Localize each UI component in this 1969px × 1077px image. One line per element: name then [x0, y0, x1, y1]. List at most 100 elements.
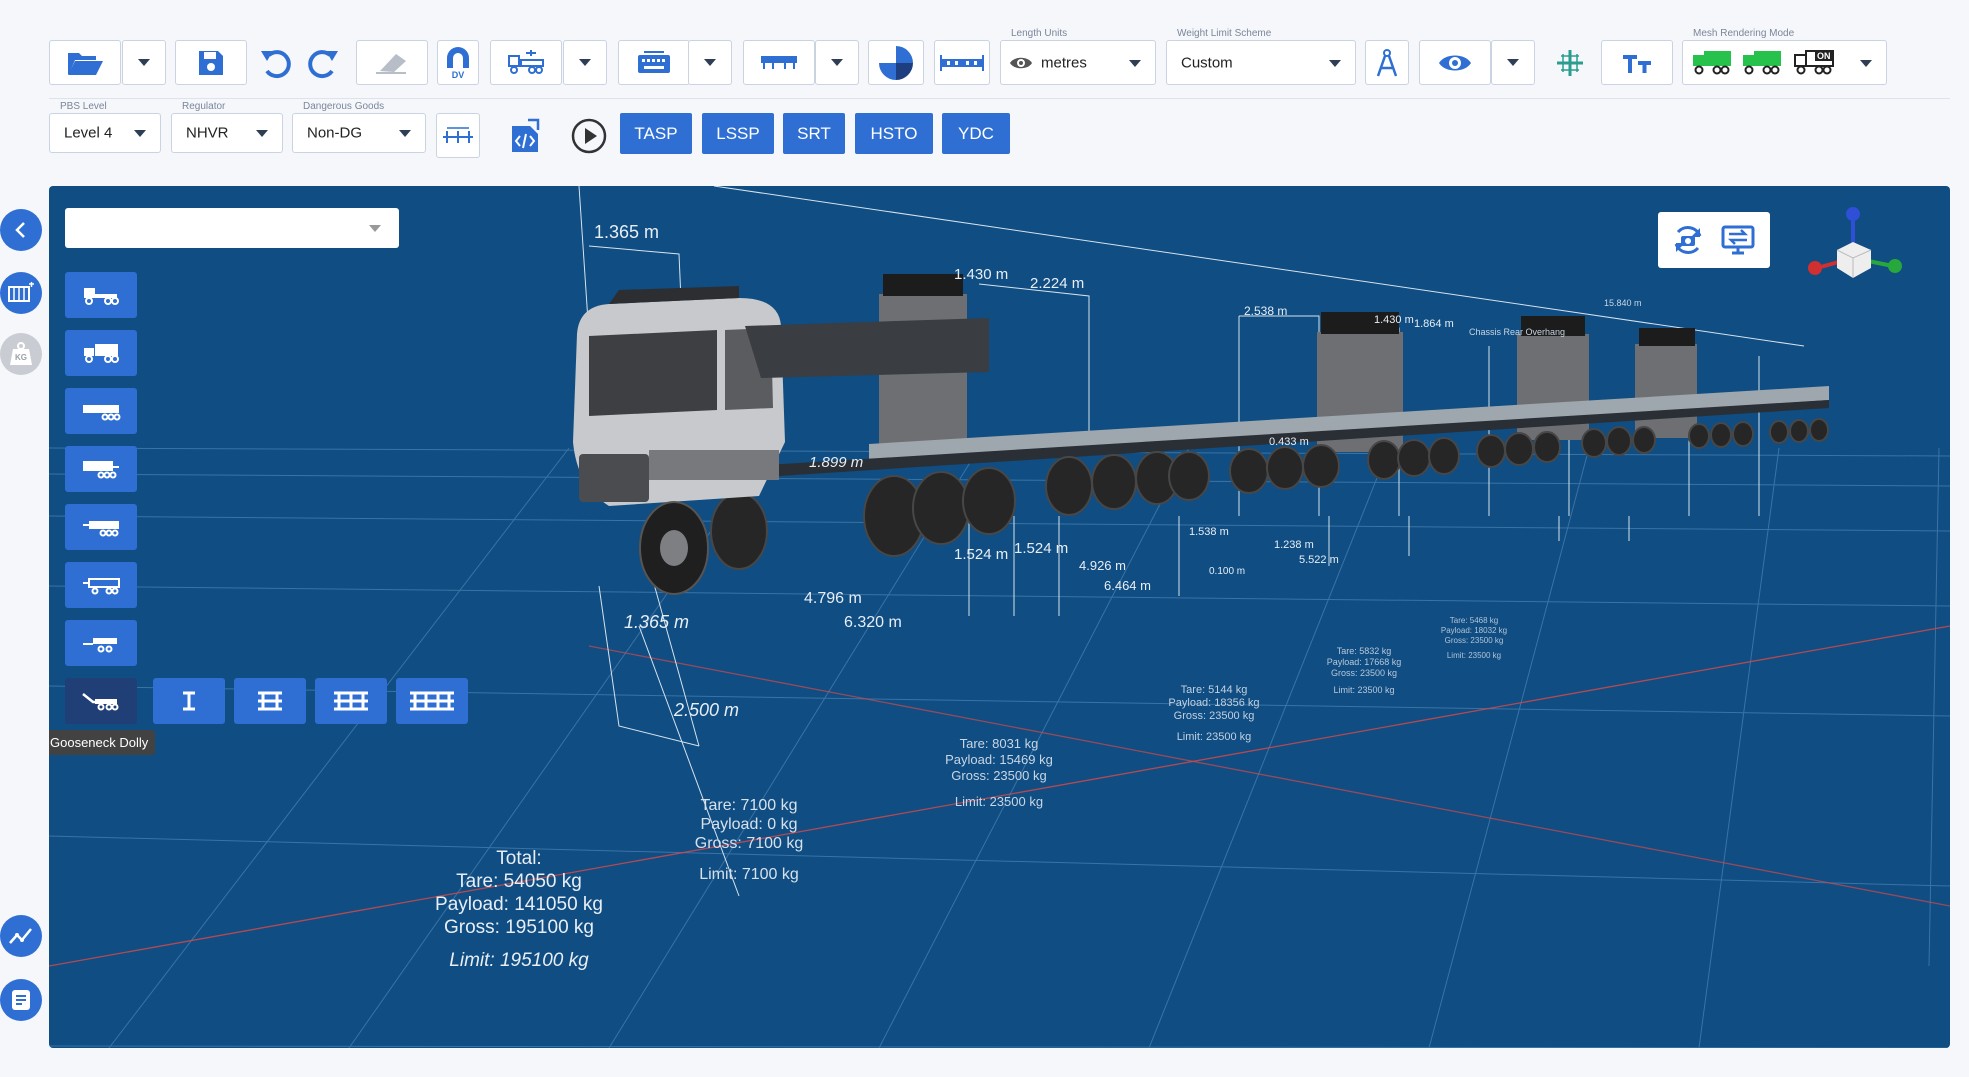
design-vehicle-button[interactable]: DV — [437, 40, 479, 85]
run-simulation-button[interactable] — [567, 113, 611, 158]
test-button-srt[interactable]: SRT — [783, 113, 845, 154]
folder-open-icon — [68, 52, 103, 75]
trailer-deck-dropdown[interactable] — [815, 40, 859, 85]
weight-gross: Gross: 23500 kg — [1444, 636, 1504, 645]
undo-button[interactable] — [256, 40, 296, 85]
chevron-down-icon — [1329, 59, 1341, 67]
weight-payload: Payload: 18032 kg — [1440, 626, 1508, 635]
open-file-button[interactable] — [49, 40, 121, 85]
test-button-lssp[interactable]: LSSP — [702, 113, 774, 154]
axle-group-tandem-button[interactable] — [234, 678, 306, 724]
trailer-deck-icon — [761, 55, 797, 69]
monitor-swap-icon — [1721, 225, 1755, 255]
axle-layout-icon — [940, 54, 984, 71]
axle-group-quad-button[interactable] — [396, 678, 468, 724]
undo-icon — [261, 49, 291, 78]
add-component-button[interactable] — [0, 272, 42, 314]
rigid-truck-icon — [84, 344, 119, 363]
regulator-select[interactable]: Regulator NHVR — [171, 101, 283, 153]
palette-rigid-truck-button[interactable] — [65, 330, 137, 376]
keyboard-icon — [638, 50, 670, 73]
dimension-label: 2.224 m — [1030, 275, 1085, 292]
keyboard-button[interactable] — [618, 40, 690, 85]
mesh-rendering-select[interactable]: Mesh Rendering Mode ON — [1682, 28, 1887, 85]
3d-viewport[interactable]: Gooseneck Dolly 1.365 m 1.430 m 2.224 m … — [49, 186, 1950, 1048]
pie-chart-icon — [879, 45, 913, 80]
vehicle-config-button[interactable] — [490, 40, 562, 85]
weight-payload: Payload: 0 kg — [700, 816, 798, 833]
trend-chart-icon — [9, 928, 32, 944]
vehicle-config-dropdown[interactable] — [563, 40, 607, 85]
trailer-deck-button[interactable] — [743, 40, 815, 85]
report-button[interactable] — [0, 979, 42, 1021]
length-units-value: metres — [1041, 54, 1087, 71]
rotate-camera-button[interactable] — [1668, 220, 1708, 260]
weight-gross: Gross: 23500 kg — [1330, 668, 1398, 678]
text-size-button[interactable] — [1601, 40, 1673, 85]
open-file-dropdown[interactable] — [122, 40, 166, 85]
keyboard-dropdown[interactable] — [688, 40, 732, 85]
visibility-button[interactable] — [1419, 40, 1491, 85]
eraser-button[interactable] — [356, 40, 428, 85]
analytics-button[interactable] — [0, 915, 42, 957]
axle-group-single-button[interactable] — [153, 678, 225, 724]
component-search-select[interactable] — [65, 208, 399, 248]
text-size-icon — [1623, 54, 1651, 73]
dangerous-goods-select[interactable]: Dangerous Goods Non-DG — [292, 101, 426, 153]
weight-gross: Gross: 7100 kg — [694, 835, 804, 852]
weight-limit: Limit: 23500 kg — [1176, 731, 1252, 743]
redo-button[interactable] — [303, 40, 343, 85]
axle-group-tri-button[interactable] — [315, 678, 387, 724]
regulator-value: NHVR — [186, 124, 229, 142]
palette-prime-mover-button[interactable] — [65, 272, 137, 318]
length-units-select[interactable]: Length Units metres — [1000, 28, 1156, 85]
regulator-label: Regulator — [180, 101, 228, 112]
palette-semi-trailer-button[interactable] — [65, 388, 137, 434]
grid-origin-button[interactable] — [1548, 40, 1592, 85]
axle-layout-button[interactable] — [934, 40, 990, 85]
dimension-label: 6.320 m — [844, 614, 902, 631]
axis-gizmo-icon[interactable] — [1803, 206, 1907, 292]
total-gross: Gross: 195100 kg — [444, 917, 594, 938]
eye-icon — [1439, 55, 1471, 70]
scene-canvas — [49, 186, 1950, 1048]
palette-dog-trailer-button[interactable] — [65, 562, 137, 608]
test-button-tasp[interactable]: TASP — [620, 113, 692, 154]
truck-solid-green-icon — [1693, 51, 1731, 75]
visibility-dropdown[interactable] — [1491, 40, 1535, 85]
pbs-level-select[interactable]: PBS Level Level 4 — [49, 101, 161, 153]
code-export-icon — [512, 118, 540, 152]
reset-view-button[interactable] — [1718, 220, 1758, 260]
weight-limit-select[interactable]: Weight Limit Scheme Custom — [1166, 28, 1356, 85]
save-button[interactable] — [175, 40, 247, 85]
weight-block-trailer-1: Tare: 8031 kg Payload: 15469 kg Gross: 2… — [939, 736, 1059, 810]
magnet-icon — [447, 46, 469, 68]
kg-label: KG — [15, 353, 27, 362]
weight-block-trailer-3: Tare: 5832 kg Payload: 17668 kg Gross: 2… — [1314, 646, 1414, 696]
mesh-on-badge: ON — [1815, 51, 1833, 61]
palette-converter-dolly-button[interactable] — [65, 620, 137, 666]
dimension-label: 1.899 m — [809, 454, 864, 471]
palette-gooseneck-dolly-button[interactable] — [65, 678, 137, 724]
palette-b-double-lead-button[interactable] — [65, 446, 137, 492]
axle-spacing-button[interactable] — [436, 113, 480, 158]
weight-block-prime-mover: Tare: 7100 kg Payload: 0 kg Gross: 7100 … — [689, 796, 809, 884]
dimension-label: 2.538 m — [1244, 304, 1288, 318]
length-units-label: Length Units — [1009, 28, 1070, 39]
pie-view-button[interactable] — [868, 40, 924, 85]
test-button-ydc[interactable]: YDC — [942, 113, 1010, 154]
dimension-label: Chassis Rear Overhang — [1469, 327, 1566, 337]
measure-button[interactable] — [1365, 40, 1409, 85]
tri-axle-icon — [334, 691, 368, 711]
weight-limit-label: Weight Limit Scheme — [1175, 28, 1274, 39]
dimension-label: 1.365 m — [594, 222, 660, 242]
weights-button[interactable]: KG — [0, 333, 42, 375]
dimension-label: 1.538 m — [1189, 526, 1229, 538]
palette-flat-trailer-button[interactable] — [65, 504, 137, 550]
collapse-panel-button[interactable] — [0, 209, 42, 251]
export-code-button[interactable] — [503, 113, 547, 158]
weight-tare: Tare: 5144 kg — [1180, 684, 1248, 696]
weight-tare: Tare: 7100 kg — [700, 797, 798, 814]
dimension-label: 4.926 m — [1079, 558, 1126, 573]
test-button-hsto[interactable]: HSTO — [855, 113, 933, 154]
